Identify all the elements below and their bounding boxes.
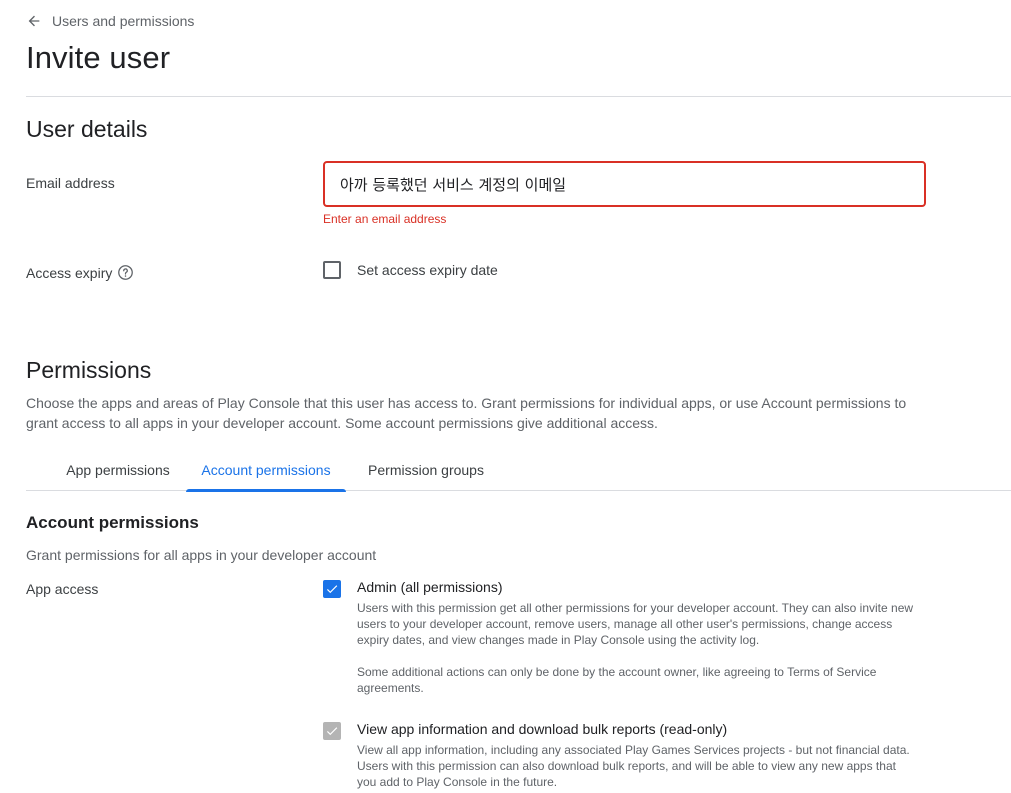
tab-app-permissions[interactable]: App permissions: [38, 455, 198, 491]
tab-permission-groups[interactable]: Permission groups: [346, 455, 506, 491]
view-app-info-checkbox: [323, 722, 341, 740]
header-divider: [26, 96, 1011, 97]
admin-permission-note: Some additional actions can only be done…: [357, 665, 877, 695]
permissions-description: Choose the apps and areas of Play Consol…: [26, 395, 907, 431]
check-icon: [326, 585, 338, 594]
breadcrumb[interactable]: Users and permissions: [26, 13, 194, 29]
admin-permission-description: Users with this permission get all other…: [357, 601, 914, 647]
access-expiry-checkbox[interactable]: [323, 261, 341, 279]
page-title: Invite user: [26, 40, 171, 75]
admin-permission-checkbox[interactable]: [323, 580, 341, 598]
permissions-tabs: App permissions Account permissions Perm…: [26, 455, 1011, 492]
breadcrumb-label: Users and permissions: [52, 13, 195, 29]
email-error-text: Enter an email address: [323, 212, 447, 226]
access-expiry-label-text: Access expiry: [26, 264, 113, 281]
view-app-info-description: View all app information, including any …: [357, 743, 910, 789]
tab-account-permissions[interactable]: Account permissions: [186, 455, 346, 492]
email-field[interactable]: [323, 161, 926, 207]
check-icon: [326, 727, 338, 736]
access-expiry-label: Access expiry: [26, 264, 134, 281]
account-permissions-description: Grant permissions for all apps in your d…: [26, 547, 377, 563]
help-icon[interactable]: [117, 264, 134, 281]
user-details-title: User details: [26, 116, 148, 142]
arrow-back-icon: [28, 15, 40, 27]
permissions-title: Permissions: [26, 357, 152, 383]
access-expiry-checkbox-label[interactable]: Set access expiry date: [357, 262, 498, 278]
account-permissions-title: Account permissions: [26, 513, 199, 532]
admin-permission-label[interactable]: Admin (all permissions): [357, 579, 502, 595]
app-access-label: App access: [26, 581, 99, 597]
email-label-text: Email address: [26, 175, 115, 191]
view-app-info-label[interactable]: View app information and download bulk r…: [357, 721, 727, 737]
email-label: Email address: [26, 175, 115, 191]
